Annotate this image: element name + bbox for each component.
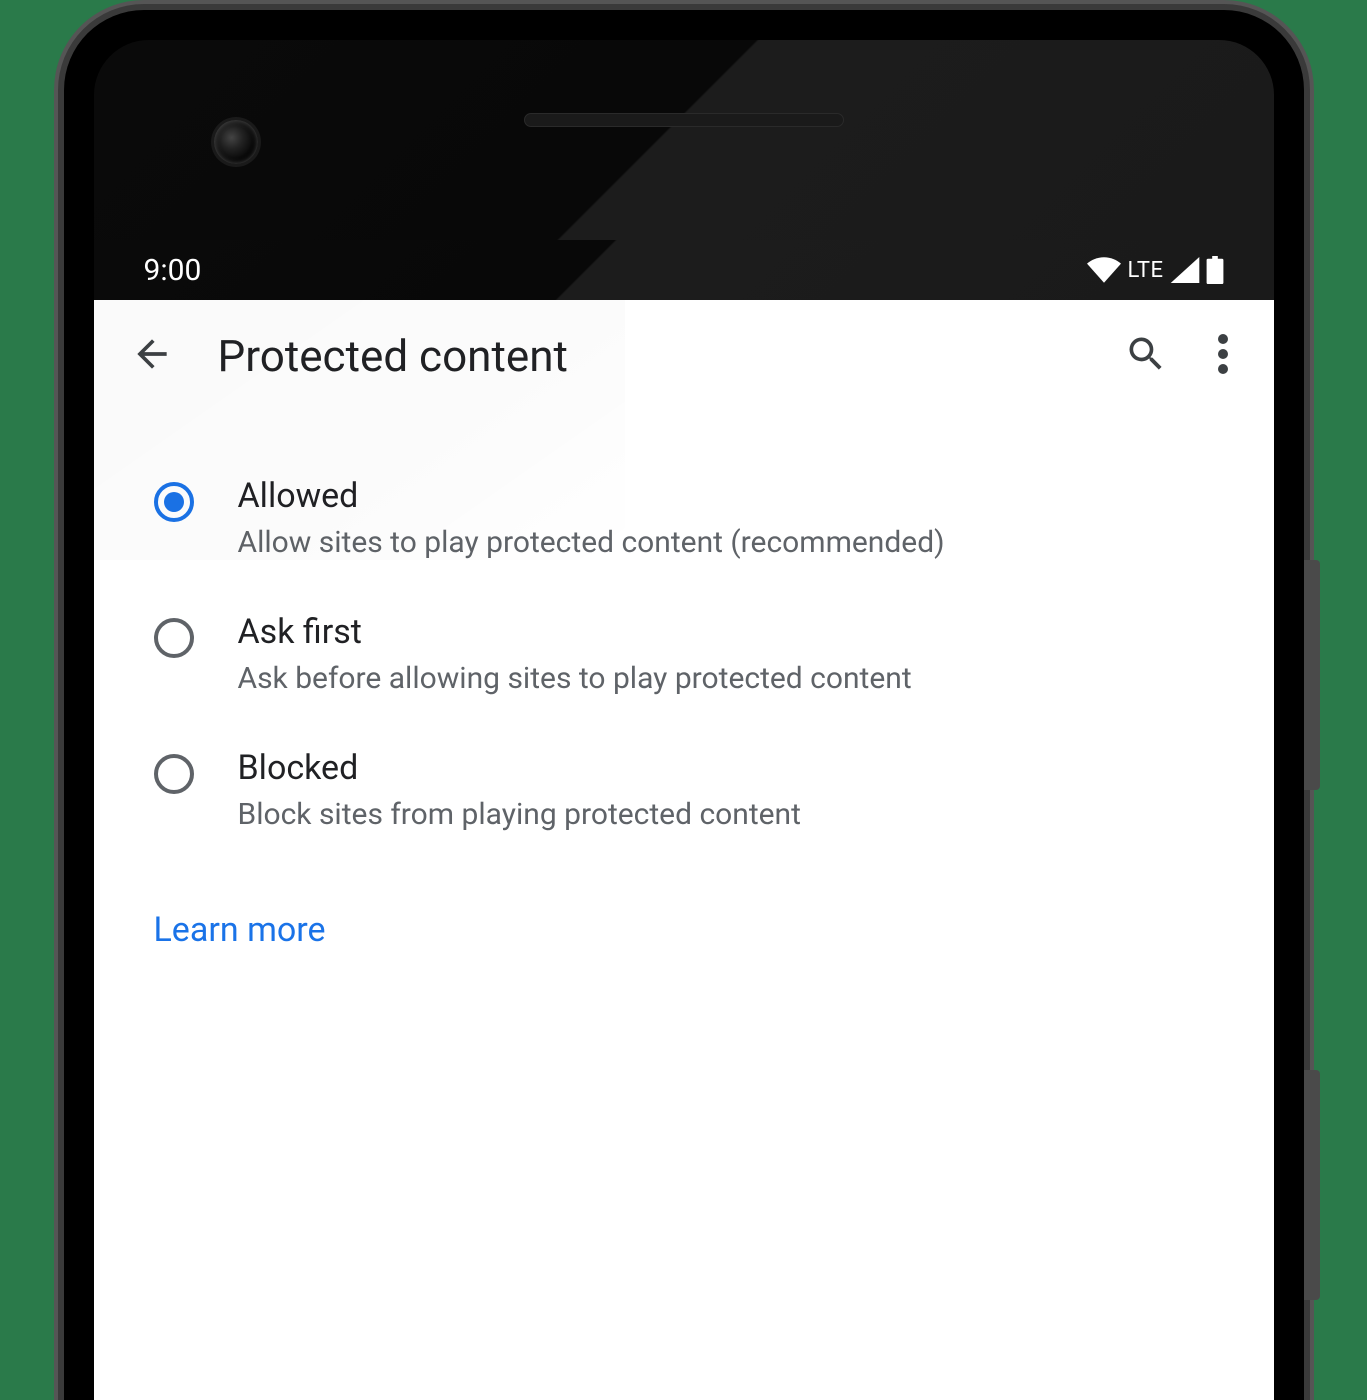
app-bar: Protected content	[94, 300, 1274, 412]
battery-icon	[1206, 256, 1224, 284]
radio-description: Allow sites to play protected content (r…	[238, 522, 1224, 564]
status-time: 9:00	[144, 253, 202, 288]
phone-frame: 9:00 LTE Protected content	[64, 10, 1304, 1400]
radio-title: Ask first	[238, 612, 1224, 652]
radio-description: Ask before allowing sites to play protec…	[238, 658, 1224, 700]
radio-text: Allowed Allow sites to play protected co…	[238, 476, 1224, 564]
learn-more-link[interactable]: Learn more	[94, 860, 1274, 1000]
radio-button-icon	[154, 618, 194, 658]
volume-button	[1304, 560, 1320, 790]
radio-option-blocked[interactable]: Blocked Block sites from playing protect…	[94, 724, 1274, 860]
screen: Protected content Allowed	[94, 300, 1274, 1400]
cellular-signal-icon	[1170, 257, 1200, 283]
status-bar: 9:00 LTE	[94, 240, 1274, 300]
wifi-icon	[1087, 257, 1121, 283]
front-camera	[214, 120, 258, 164]
radio-button-icon	[154, 482, 194, 522]
app-bar-actions	[1124, 332, 1228, 380]
radio-title: Allowed	[238, 476, 1224, 516]
network-label: LTE	[1127, 258, 1163, 283]
options-list: Allowed Allow sites to play protected co…	[94, 412, 1274, 1000]
radio-option-allowed[interactable]: Allowed Allow sites to play protected co…	[94, 452, 1274, 588]
page-title: Protected content	[218, 330, 1080, 382]
radio-text: Ask first Ask before allowing sites to p…	[238, 612, 1224, 700]
more-vert-icon[interactable]	[1218, 332, 1228, 380]
back-arrow-icon[interactable]	[130, 332, 174, 380]
radio-title: Blocked	[238, 748, 1224, 788]
search-icon[interactable]	[1124, 332, 1168, 380]
radio-option-ask-first[interactable]: Ask first Ask before allowing sites to p…	[94, 588, 1274, 724]
radio-text: Blocked Block sites from playing protect…	[238, 748, 1224, 836]
phone-bezel-top	[94, 40, 1274, 240]
speaker-grille	[524, 113, 844, 127]
radio-button-icon	[154, 754, 194, 794]
radio-description: Block sites from playing protected conte…	[238, 794, 1224, 836]
phone-inner: 9:00 LTE Protected content	[94, 40, 1274, 1400]
status-icons: LTE	[1087, 256, 1223, 284]
power-button	[1304, 1070, 1320, 1300]
